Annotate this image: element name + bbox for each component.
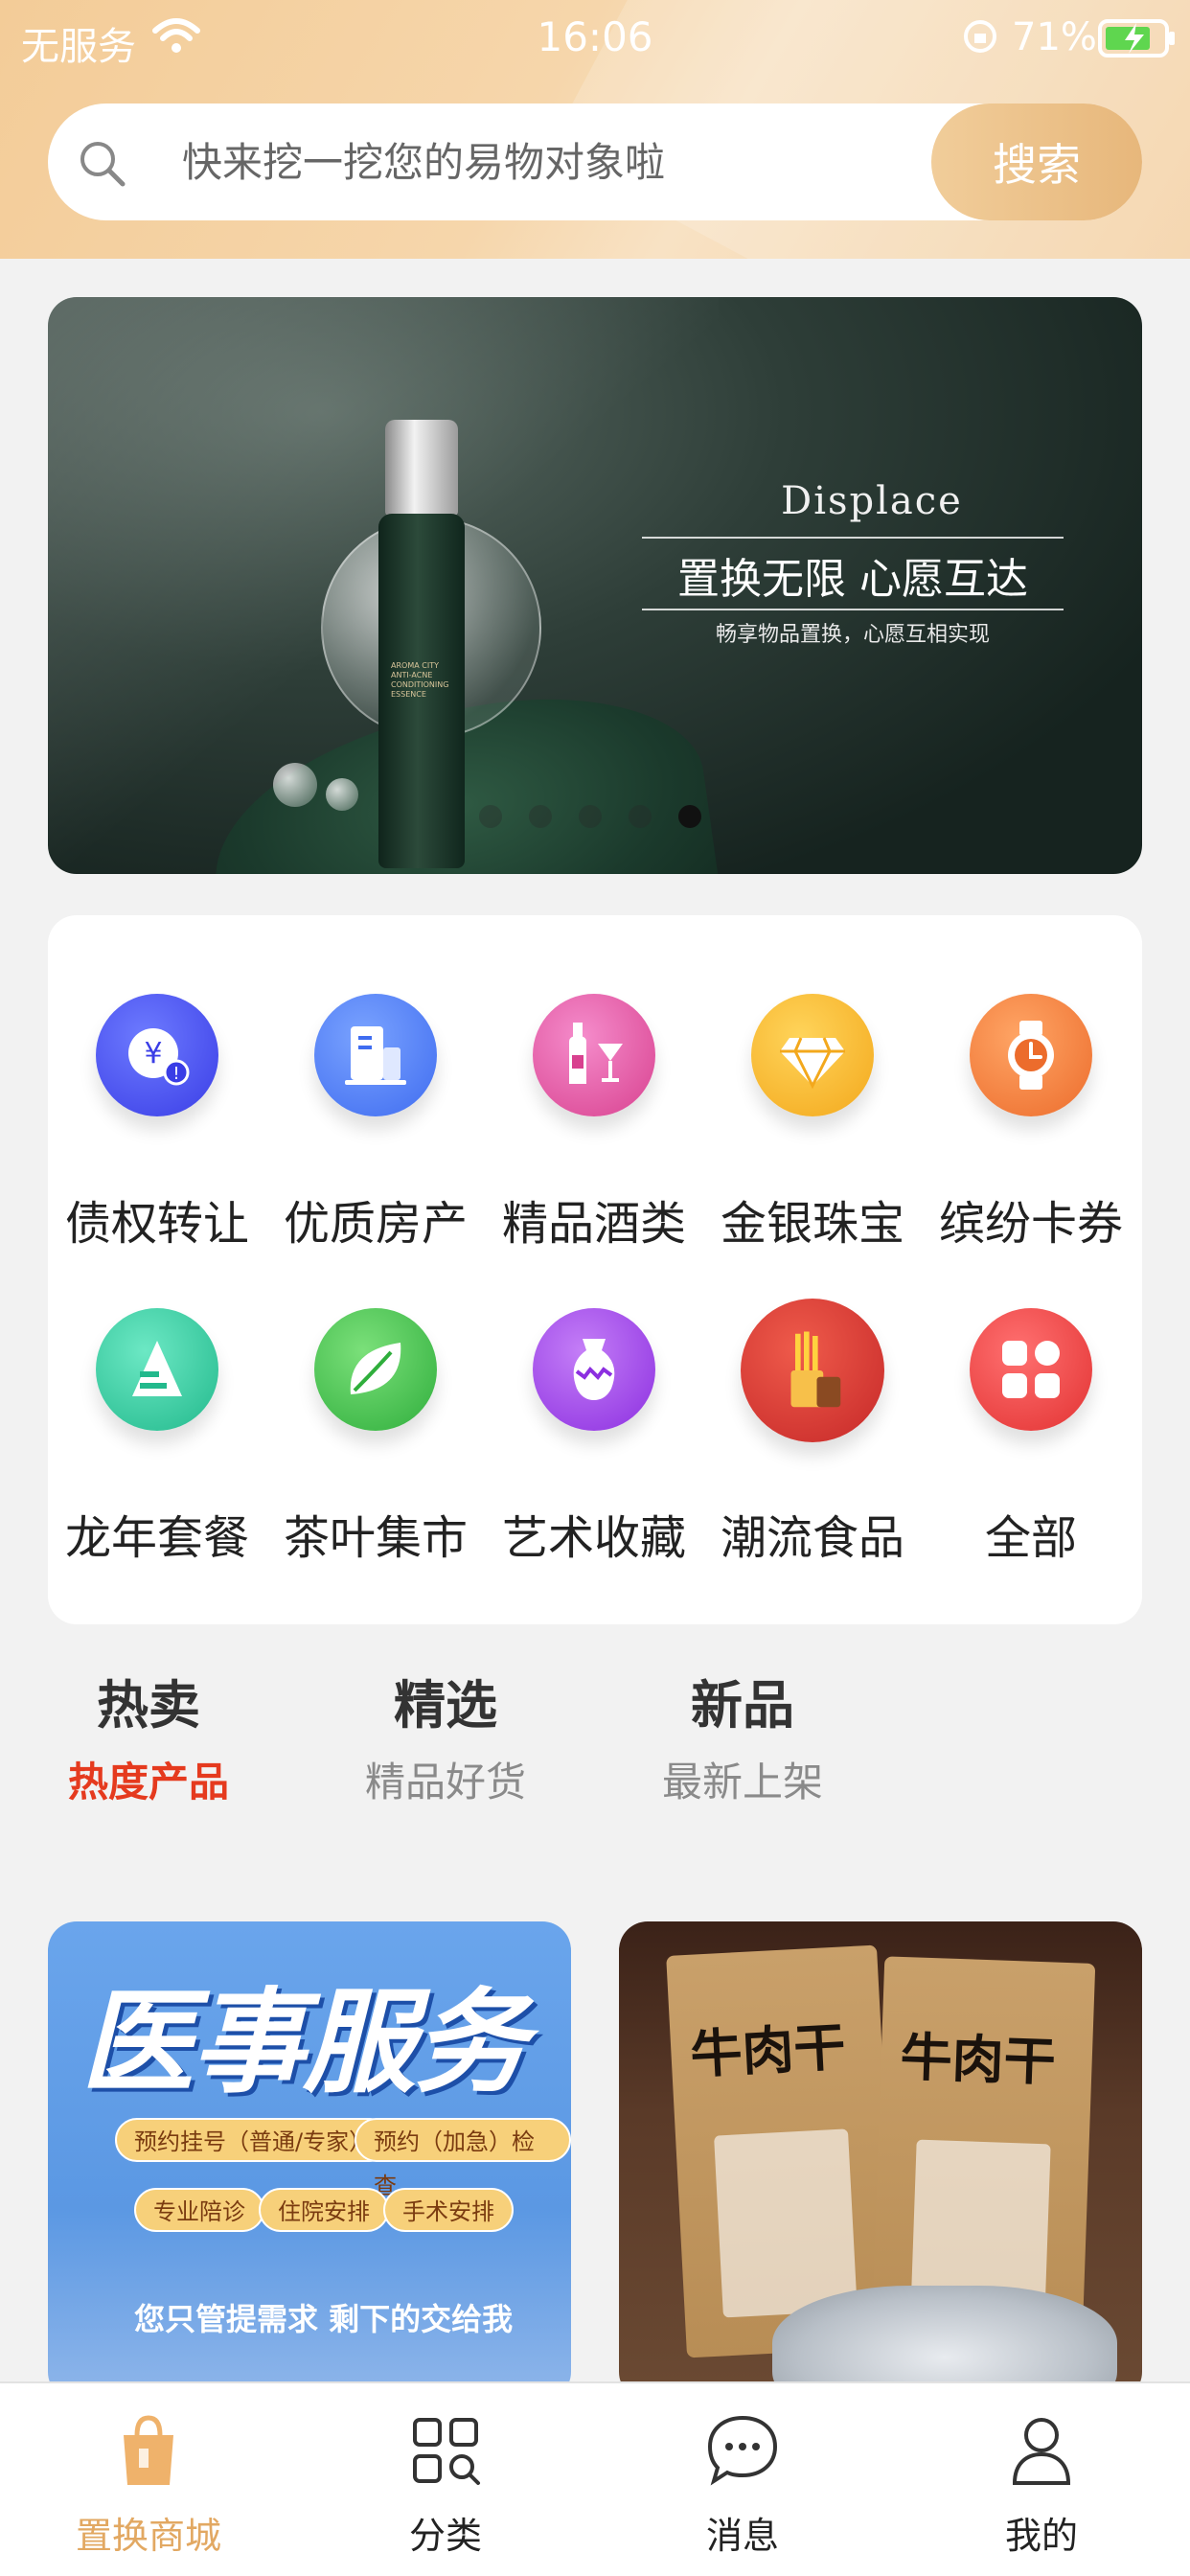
category-label: 缤纷卡券 xyxy=(938,1197,1123,1251)
category-coupons[interactable]: 缤纷卡券 xyxy=(922,994,1140,1281)
header: 无服务 16:06 71% 快来挖一挖您的易物对象啦 搜索 xyxy=(0,0,1190,259)
category-art-collection[interactable]: 艺术收藏 xyxy=(485,1308,703,1596)
category-label: 金银珠宝 xyxy=(720,1197,904,1251)
tab-title: 精选 xyxy=(394,1675,497,1736)
category-label: 茶叶集市 xyxy=(283,1511,468,1565)
tab-hot[interactable]: 热卖 热度产品 xyxy=(43,1668,254,1821)
nav-label: 分类 xyxy=(408,2515,482,2557)
battery-charging-icon xyxy=(1098,19,1175,58)
diamond-icon xyxy=(751,994,874,1116)
grid-icon xyxy=(970,1308,1092,1431)
divider xyxy=(642,609,1064,610)
nav-item-shop[interactable]: 置换商城 xyxy=(0,2383,297,2576)
nav-item-profile[interactable]: 我的 xyxy=(893,2383,1190,2576)
building-icon xyxy=(314,994,437,1116)
bottle-cap xyxy=(385,420,458,516)
bubble-graphic xyxy=(326,778,358,811)
bubble-graphic xyxy=(273,763,317,807)
wine-icon xyxy=(533,994,655,1116)
category-trendy-food[interactable]: 潮流食品 xyxy=(703,1299,922,1596)
user-icon xyxy=(1012,2418,1071,2485)
tab-new[interactable]: 新品 最新上架 xyxy=(637,1668,848,1821)
bottle-text: ANTI-ACNE CONDITIONING ESSENCE xyxy=(391,671,449,699)
rotation-lock-icon xyxy=(964,20,996,53)
tab-featured[interactable]: 精选 精品好货 xyxy=(340,1668,551,1821)
bag-text: 牛肉干 xyxy=(688,2016,848,2085)
service-tag: 专业陪诊 xyxy=(134,2188,264,2232)
watch-icon xyxy=(970,994,1092,1116)
category-label: 艺术收藏 xyxy=(501,1511,686,1565)
category-label: 优质房产 xyxy=(283,1197,468,1251)
tab-title: 热卖 xyxy=(97,1675,200,1736)
bag-window xyxy=(714,2128,858,2318)
status-bar: 无服务 16:06 71% xyxy=(0,0,1190,80)
carousel-dot-active[interactable] xyxy=(678,805,701,828)
nav-item-categories[interactable]: 分类 xyxy=(297,2383,594,2576)
category-debt-transfer[interactable]: ¥! 债权转让 xyxy=(48,994,266,1281)
nav-label: 消息 xyxy=(705,2515,779,2557)
category-jewelry[interactable]: 金银珠宝 xyxy=(703,994,922,1281)
carousel-dot[interactable] xyxy=(579,805,602,828)
thumb-icon xyxy=(96,1308,218,1431)
category-label: 债权转让 xyxy=(64,1197,249,1251)
category-dragon-package[interactable]: 龙年套餐 xyxy=(48,1308,266,1596)
category-label: 潮流食品 xyxy=(720,1511,904,1565)
vase-icon xyxy=(533,1308,655,1431)
category-grid-icon xyxy=(413,2418,480,2485)
bottom-nav: 置换商城 分类 消息 我的 xyxy=(0,2381,1190,2576)
category-tea-market[interactable]: 茶叶集市 xyxy=(266,1308,485,1596)
promo-banner[interactable]: AROMA CITY ANTI-ACNE CONDITIONING ESSENC… xyxy=(48,297,1142,874)
carousel-dot[interactable] xyxy=(629,805,652,828)
fries-icon xyxy=(741,1299,884,1442)
banner-title-en: Displace xyxy=(781,479,963,523)
service-tag: 手术安排 xyxy=(383,2188,514,2232)
home-page: 无服务 16:06 71% 快来挖一挖您的易物对象啦 搜索 AROMA CITY… xyxy=(0,0,1190,2576)
tab-subtitle: 精品好货 xyxy=(364,1759,526,1806)
product-card-beef-jerky[interactable]: 牛肉干 牛肉干 xyxy=(619,1921,1142,2401)
bag-text: 牛肉干 xyxy=(899,2026,1057,2093)
service-tag: 预约（加急）检查 xyxy=(355,2118,571,2199)
chat-bubble-icon xyxy=(707,2415,778,2486)
nav-label: 置换商城 xyxy=(75,2515,221,2557)
bottle-label: AROMA CITY ANTI-ACNE CONDITIONING ESSENC… xyxy=(391,661,454,748)
yen-alert-icon: ¥! xyxy=(96,994,218,1116)
service-tag: 预约挂号（普通/专家） xyxy=(115,2118,392,2162)
category-label: 全部 xyxy=(984,1511,1077,1565)
service-tag: 住院安排 xyxy=(259,2188,389,2232)
battery-percent: 71% xyxy=(1012,15,1097,59)
category-wine[interactable]: 精品酒类 xyxy=(485,994,703,1281)
banner-subtitle: 畅享物品置换，心愿互相实现 xyxy=(715,623,990,647)
search-button[interactable]: 搜索 xyxy=(931,104,1142,220)
search-input[interactable] xyxy=(182,126,949,197)
category-label: 精品酒类 xyxy=(501,1197,686,1251)
nav-label: 我的 xyxy=(1004,2515,1078,2557)
carousel-dot[interactable] xyxy=(479,805,502,828)
search-bar[interactable]: 搜索 xyxy=(48,104,1142,220)
tab-subtitle: 最新上架 xyxy=(661,1759,823,1806)
nav-item-messages[interactable]: 消息 xyxy=(594,2383,891,2576)
svg-text:!: ! xyxy=(172,1064,179,1084)
product-title: 医事服务 xyxy=(80,1976,527,2108)
tab-subtitle: 热度产品 xyxy=(67,1759,229,1806)
leaf-icon xyxy=(314,1308,437,1431)
product-card-medical[interactable]: 医事服务 预约挂号（普通/专家） 预约（加急）检查 专业陪诊 住院安排 手术安排… xyxy=(48,1921,571,2401)
banner-title-cn: 置换无限 心愿互达 xyxy=(677,555,1028,604)
tab-title: 新品 xyxy=(691,1675,794,1736)
carousel-dot[interactable] xyxy=(529,805,552,828)
category-real-estate[interactable]: 优质房产 xyxy=(266,994,485,1281)
bottle-brand: AROMA CITY xyxy=(391,661,439,670)
category-label: 龙年套餐 xyxy=(64,1511,249,1565)
carousel-indicator xyxy=(479,805,728,834)
category-all[interactable]: 全部 xyxy=(922,1308,1140,1596)
product-slogan: 您只管提需求 剩下的交给我 xyxy=(134,2301,514,2337)
svg-text:¥: ¥ xyxy=(144,1037,162,1070)
category-grid: ¥! 债权转让 优质房产 精品酒类 金银珠宝 缤纷卡券 龙年套餐 茶叶集市 艺术… xyxy=(48,915,1142,1624)
shopping-bag-icon xyxy=(124,2415,173,2485)
search-icon xyxy=(80,142,126,187)
divider xyxy=(642,537,1064,539)
